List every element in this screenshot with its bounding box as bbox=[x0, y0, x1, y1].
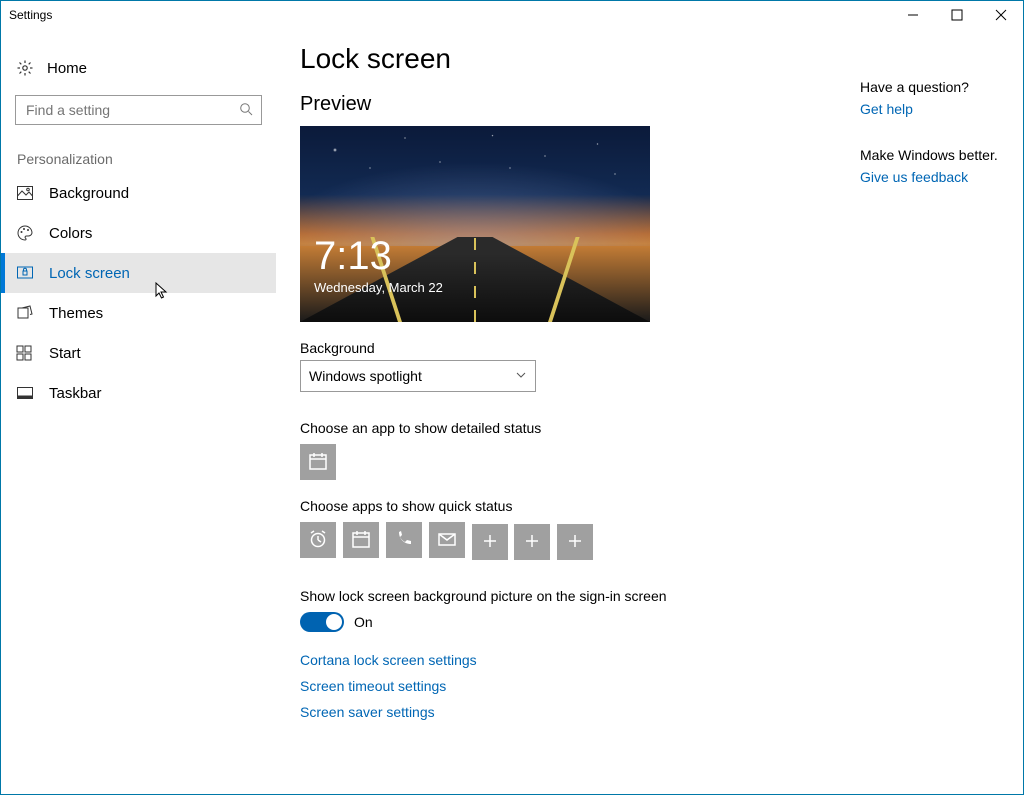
quick-app-slot-5[interactable] bbox=[472, 524, 508, 560]
screen-timeout-link[interactable]: Screen timeout settings bbox=[300, 678, 820, 694]
sidebar-item-lock-screen[interactable]: Lock screen bbox=[1, 253, 276, 293]
chevron-down-icon bbox=[515, 368, 527, 384]
preview-heading: Preview bbox=[300, 93, 820, 116]
feedback-heading: Make Windows better. bbox=[860, 147, 999, 163]
sidebar-home[interactable]: Home bbox=[1, 51, 276, 85]
quick-app-slot-6[interactable] bbox=[514, 524, 550, 560]
sidebar-category: Personalization bbox=[1, 125, 276, 173]
screen-saver-link[interactable]: Screen saver settings bbox=[300, 704, 820, 720]
mail-icon bbox=[437, 529, 457, 552]
give-feedback-link[interactable]: Give us feedback bbox=[860, 169, 999, 185]
quick-app-slot-2[interactable] bbox=[343, 522, 379, 558]
maximize-icon bbox=[951, 9, 963, 21]
sidebar-item-start[interactable]: Start bbox=[1, 333, 276, 373]
calendar-icon bbox=[351, 529, 371, 552]
quick-status-heading: Choose apps to show quick status bbox=[300, 498, 820, 514]
search-icon bbox=[239, 102, 253, 119]
search-box[interactable] bbox=[15, 95, 262, 125]
signin-picture-toggle[interactable] bbox=[300, 612, 344, 632]
lock-screen-icon bbox=[17, 266, 39, 280]
get-help-link[interactable]: Get help bbox=[860, 101, 999, 117]
start-icon bbox=[17, 346, 39, 360]
cortana-settings-link[interactable]: Cortana lock screen settings bbox=[300, 652, 820, 668]
calendar-icon bbox=[308, 451, 328, 474]
window-title: Settings bbox=[9, 8, 52, 22]
maximize-button[interactable] bbox=[935, 1, 979, 29]
close-button[interactable] bbox=[979, 1, 1023, 29]
background-value: Windows spotlight bbox=[309, 368, 422, 384]
plus-icon bbox=[524, 533, 540, 552]
signin-picture-heading: Show lock screen background picture on t… bbox=[300, 588, 820, 604]
lockscreen-preview: 7:13 Wednesday, March 22 bbox=[300, 126, 650, 322]
sidebar-item-colors[interactable]: Colors bbox=[1, 213, 276, 253]
close-icon bbox=[995, 9, 1007, 21]
sidebar-item-label: Taskbar bbox=[49, 385, 102, 402]
preview-date: Wednesday, March 22 bbox=[314, 280, 443, 295]
detailed-status-heading: Choose an app to show detailed status bbox=[300, 420, 820, 436]
sidebar-item-themes[interactable]: Themes bbox=[1, 293, 276, 333]
alarms-icon bbox=[308, 529, 328, 552]
quick-status-row bbox=[300, 522, 820, 560]
preview-time: 7:13 bbox=[314, 236, 392, 276]
sidebar-item-label: Lock screen bbox=[49, 265, 130, 282]
sidebar: Home Personalization Background Colors bbox=[1, 29, 276, 796]
search-input[interactable] bbox=[24, 101, 239, 119]
sidebar-item-background[interactable]: Background bbox=[1, 173, 276, 213]
plus-icon bbox=[482, 533, 498, 552]
sidebar-item-label: Themes bbox=[49, 305, 103, 322]
help-heading: Have a question? bbox=[860, 79, 999, 95]
quick-app-slot-4[interactable] bbox=[429, 522, 465, 558]
window-titlebar: Settings bbox=[1, 1, 1023, 29]
sidebar-home-label: Home bbox=[47, 60, 87, 77]
quick-app-slot-7[interactable] bbox=[557, 524, 593, 560]
phone-icon bbox=[394, 529, 414, 552]
page-title: Lock screen bbox=[300, 43, 820, 75]
sidebar-item-label: Start bbox=[49, 345, 81, 362]
sidebar-item-label: Background bbox=[49, 185, 129, 202]
quick-app-slot-1[interactable] bbox=[300, 522, 336, 558]
plus-icon bbox=[567, 533, 583, 552]
themes-icon bbox=[17, 305, 39, 321]
minimize-icon bbox=[907, 9, 919, 21]
palette-icon bbox=[17, 225, 39, 241]
gear-icon bbox=[17, 60, 39, 76]
background-dropdown[interactable]: Windows spotlight bbox=[300, 360, 536, 392]
picture-icon bbox=[17, 186, 39, 200]
minimize-button[interactable] bbox=[891, 1, 935, 29]
signin-picture-toggle-label: On bbox=[354, 614, 373, 630]
sidebar-item-taskbar[interactable]: Taskbar bbox=[1, 373, 276, 413]
background-label: Background bbox=[300, 340, 820, 356]
sidebar-item-label: Colors bbox=[49, 225, 92, 242]
taskbar-icon bbox=[17, 387, 39, 399]
quick-app-slot-3[interactable] bbox=[386, 522, 422, 558]
detailed-app-slot[interactable] bbox=[300, 444, 336, 480]
